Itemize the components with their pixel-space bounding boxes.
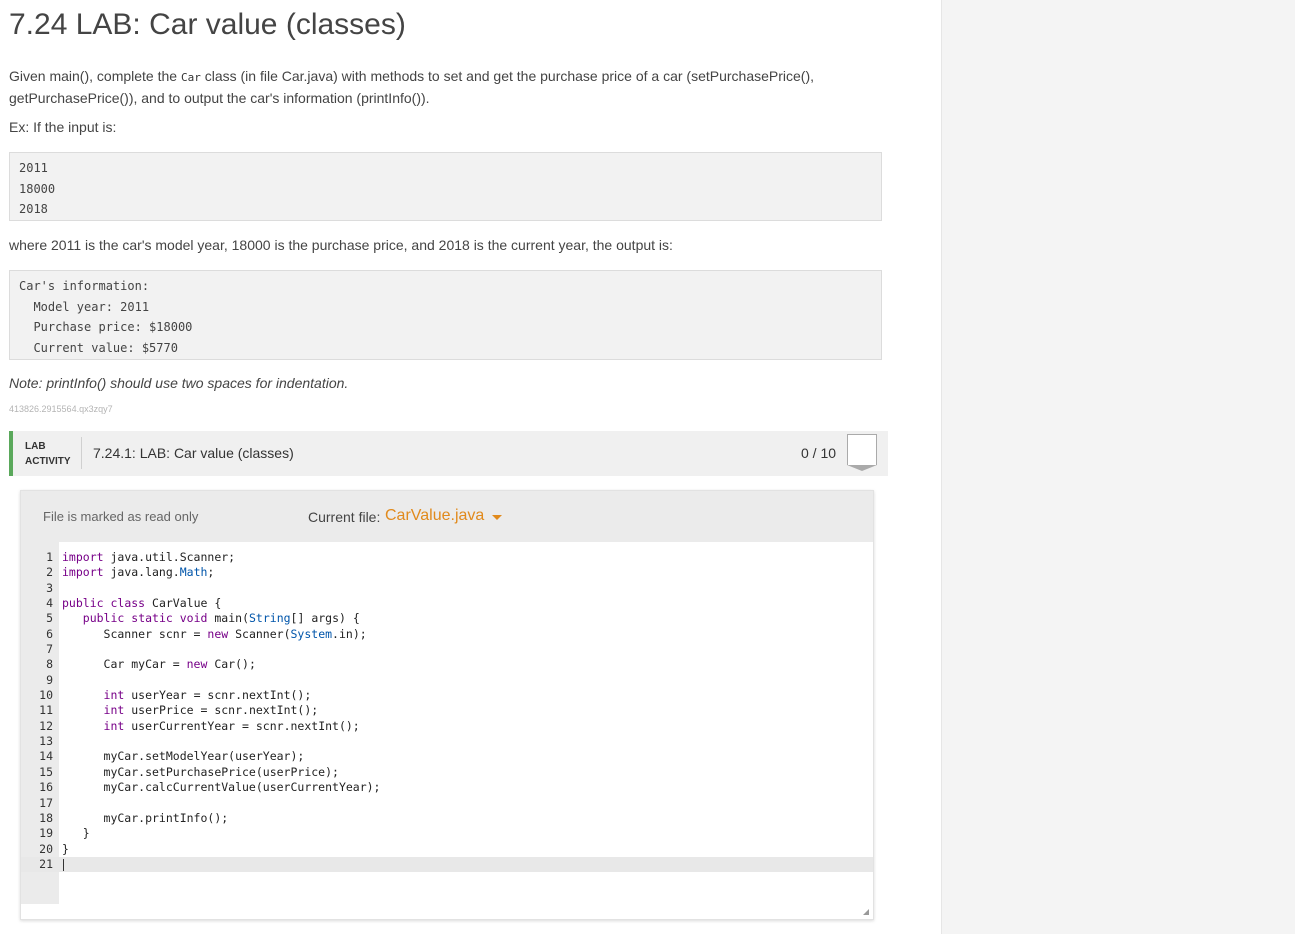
- lab-activity-tag: LAB ACTIVITY: [25, 439, 71, 469]
- intro-paragraph: Given main(), complete the Car class (in…: [9, 66, 869, 109]
- code-text: myCar.printInfo();: [62, 810, 229, 825]
- code-text: import java.util.Scanner;: [62, 550, 236, 564]
- input-line: 2018: [19, 202, 48, 216]
- code-line[interactable]: 17: [21, 796, 873, 811]
- code-text: import java.lang.Math;: [62, 565, 215, 580]
- chevron-down-icon[interactable]: [492, 515, 502, 520]
- lab-activity-header: LAB ACTIVITY 7.24.1: LAB: Car value (cla…: [9, 431, 888, 476]
- code-line[interactable]: 9: [21, 673, 873, 688]
- page-title: 7.24 LAB: Car value (classes): [9, 8, 406, 41]
- output-line: Purchase price: $18000: [19, 320, 193, 334]
- line-number: 7: [46, 642, 53, 657]
- output-line: Current value: $5770: [19, 340, 178, 355]
- line-number: 21: [39, 856, 53, 871]
- lab-score: 0 / 10: [801, 445, 837, 461]
- code-line[interactable]: 12 int userCurrentYear = scnr.nextInt();: [21, 719, 873, 734]
- output-line: Car's information:: [19, 279, 150, 293]
- explanation-text: where 2011 is the car's model year, 1800…: [9, 237, 673, 253]
- main-content: 7.24 LAB: Car value (classes) Given main…: [0, 0, 940, 934]
- line-number: 8: [46, 657, 53, 672]
- completion-badge-icon: [847, 434, 877, 471]
- input-line: 2011: [19, 161, 48, 175]
- code-line[interactable]: 3: [21, 581, 873, 596]
- lab-tag-line2: ACTIVITY: [25, 456, 71, 467]
- code-text: myCar.calcCurrentValue(userCurrentYear);: [62, 780, 381, 795]
- intro-code: Car: [180, 71, 201, 84]
- code-line[interactable]: 19 }: [21, 826, 873, 841]
- code-line[interactable]: 4 public class CarValue {: [21, 596, 873, 611]
- code-area[interactable]: 1 import java.util.Scanner; 2 import java.l…: [21, 550, 873, 873]
- code-line[interactable]: 13: [21, 734, 873, 749]
- code-line[interactable]: 1 import java.util.Scanner;: [21, 550, 873, 565]
- line-number: 12: [39, 718, 53, 733]
- text-cursor: [63, 858, 64, 871]
- tracking-id: 413826.2915564.qx3zqy7: [9, 404, 113, 414]
- line-number: 6: [46, 626, 53, 641]
- code-text: myCar.setPurchasePrice(userPrice);: [62, 764, 339, 779]
- line-number: 19: [39, 826, 53, 841]
- intro-text-1: Given main(), complete the: [9, 68, 181, 84]
- code-line[interactable]: 6 Scanner scnr = new Scanner(System.in);: [21, 627, 873, 642]
- lab-title: 7.24.1: LAB: Car value (classes): [93, 445, 294, 461]
- editor-toolbar: File is marked as read only Current file…: [21, 491, 873, 542]
- code-editor[interactable]: File is marked as read only Current file…: [20, 490, 874, 920]
- line-number: 18: [39, 810, 53, 825]
- line-number: 11: [39, 703, 53, 718]
- code-text: }: [62, 841, 69, 856]
- code-line[interactable]: 8 Car myCar = new Car();: [21, 657, 873, 672]
- code-line[interactable]: 11 int userPrice = scnr.nextInt();: [21, 703, 873, 718]
- right-panel: [941, 0, 1295, 934]
- line-number: 9: [46, 672, 53, 687]
- code-line[interactable]: 2 import java.lang.Math;: [21, 565, 873, 580]
- output-line: Model year: 2011: [19, 299, 150, 314]
- read-only-notice: File is marked as read only: [43, 509, 199, 524]
- line-number: 15: [39, 764, 53, 779]
- code-text: Scanner scnr = new Scanner(System.in);: [62, 626, 367, 641]
- code-text: public class CarValue {: [62, 596, 222, 611]
- line-number: 3: [46, 580, 53, 595]
- code-line[interactable]: 18 myCar.printInfo();: [21, 811, 873, 826]
- line-number: 20: [39, 841, 53, 856]
- code-text: Car myCar = new Car();: [62, 657, 256, 672]
- code-text: }: [62, 826, 90, 841]
- line-number: 10: [39, 688, 53, 703]
- code-line[interactable]: 5 public static void main(String[] args)…: [21, 611, 873, 626]
- lab-tag-line1: LAB: [25, 441, 46, 452]
- line-number: 17: [39, 795, 53, 810]
- code-text: int userCurrentYear = scnr.nextInt();: [103, 718, 360, 733]
- divider: [81, 437, 82, 469]
- code-text: int userYear = scnr.nextInt();: [103, 688, 312, 703]
- code-text: myCar.setModelYear(userYear);: [62, 749, 305, 764]
- code-text: public static void main(String[] args) {: [82, 611, 360, 626]
- example-label: Ex: If the input is:: [9, 119, 117, 135]
- code-line[interactable]: 20}: [21, 842, 873, 857]
- code-line[interactable]: 15 myCar.setPurchasePrice(userPrice);: [21, 765, 873, 780]
- line-number: 2: [46, 565, 53, 580]
- example-output-box: Car's information: Model year: 2011 Purc…: [9, 270, 882, 360]
- line-number: 1: [46, 550, 53, 564]
- code-line[interactable]: 21: [21, 856, 873, 873]
- resize-handle-icon[interactable]: [861, 907, 869, 915]
- note-text: Note: printInfo() should use two spaces …: [9, 375, 349, 391]
- code-line[interactable]: 14 myCar.setModelYear(userYear);: [21, 749, 873, 764]
- example-input-box: 2011 18000 2018: [9, 152, 882, 221]
- code-line[interactable]: 16 myCar.calcCurrentValue(userCurrentYea…: [21, 780, 873, 795]
- code-line[interactable]: 7: [21, 642, 873, 657]
- code-text: int userPrice = scnr.nextInt();: [103, 703, 319, 718]
- current-file-dropdown[interactable]: CarValue.java: [385, 507, 484, 525]
- input-line: 18000: [19, 181, 56, 196]
- line-number: 16: [39, 780, 53, 795]
- current-file-label: Current file:: [308, 509, 381, 525]
- line-number: 13: [39, 734, 53, 749]
- line-number: 5: [46, 611, 53, 626]
- line-number: 4: [46, 596, 53, 611]
- line-number: 14: [39, 749, 53, 764]
- code-line[interactable]: 10 int userYear = scnr.nextInt();: [21, 688, 873, 703]
